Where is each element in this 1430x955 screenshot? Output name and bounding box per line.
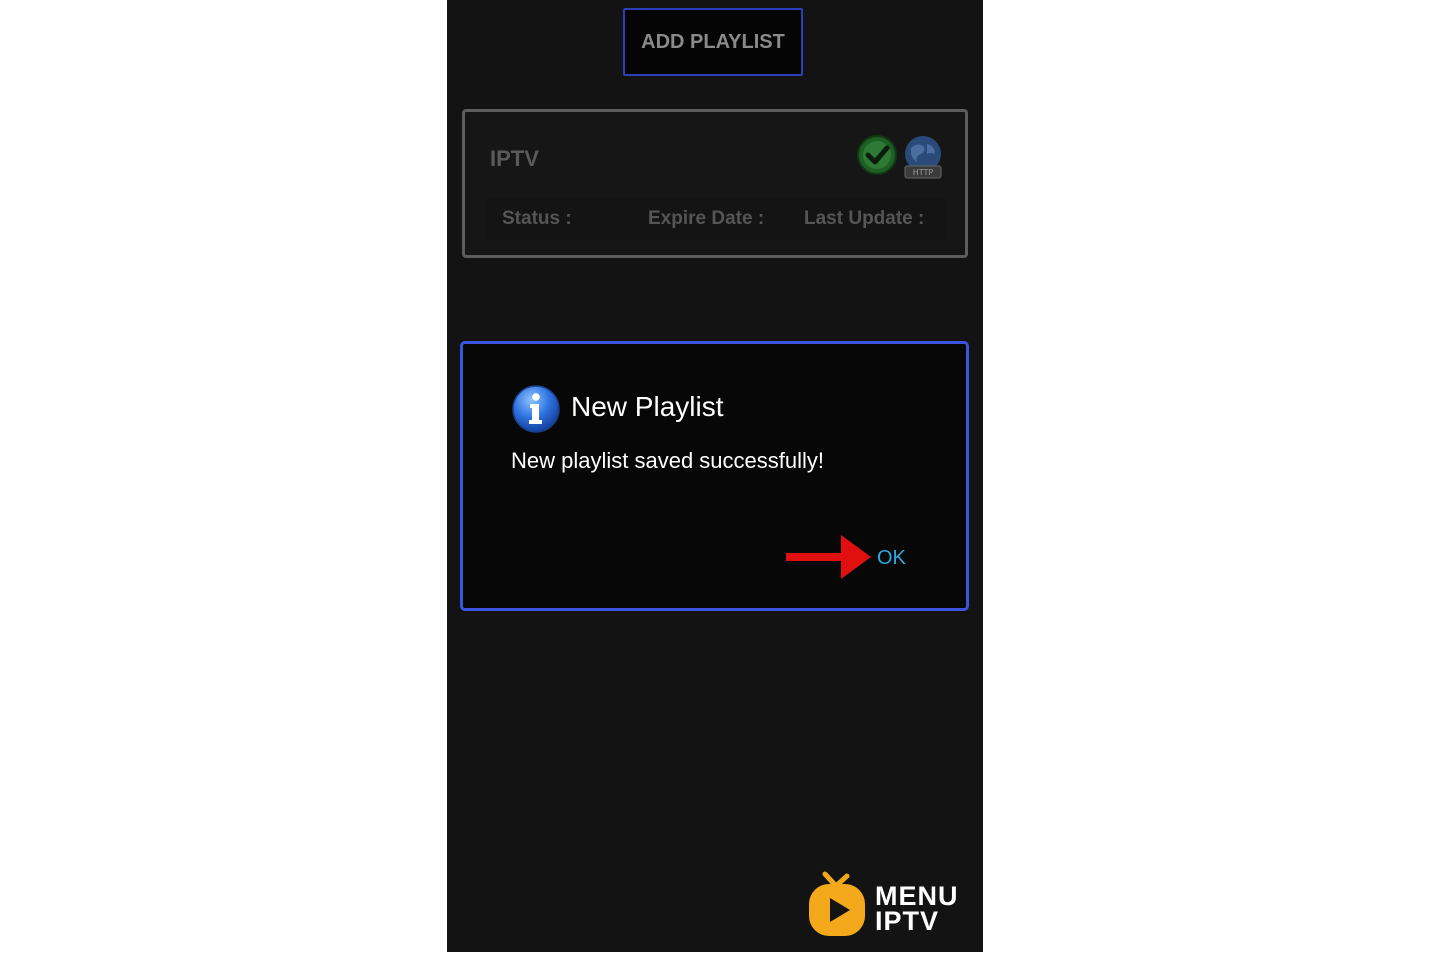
tv-play-icon [809,871,865,936]
logo-text: MENU IPTV [875,883,959,936]
expire-date-label: Expire Date : [648,208,765,229]
info-icon [512,385,560,433]
new-playlist-dialog: New Playlist New playlist saved successf… [460,341,969,611]
menu-iptv-logo: MENU IPTV [807,870,977,942]
status-label: Status : [502,208,572,229]
dialog-message: New playlist saved successfully! [511,448,825,473]
app-screen: ADD PLAYLIST IPTV HTTP Status : Expire D… [447,0,983,952]
logo-line-iptv: IPTV [875,906,940,936]
ok-button[interactable]: OK [873,545,910,572]
last-update-label: Last Update : [804,208,925,229]
http-globe-icon: HTTP [904,136,942,179]
playlist-info-row: Status : Expire Date : Last Update : [485,198,945,240]
add-playlist-button[interactable]: ADD PLAYLIST [623,8,803,76]
http-badge-text: HTTP [913,168,934,177]
dialog-title: New Playlist [571,391,724,422]
arrow-right-icon [786,535,871,579]
check-icon [857,135,897,175]
playlist-name: IPTV [490,146,539,171]
playlist-card[interactable]: IPTV HTTP Status : Expire Date : Last Up… [462,109,968,258]
